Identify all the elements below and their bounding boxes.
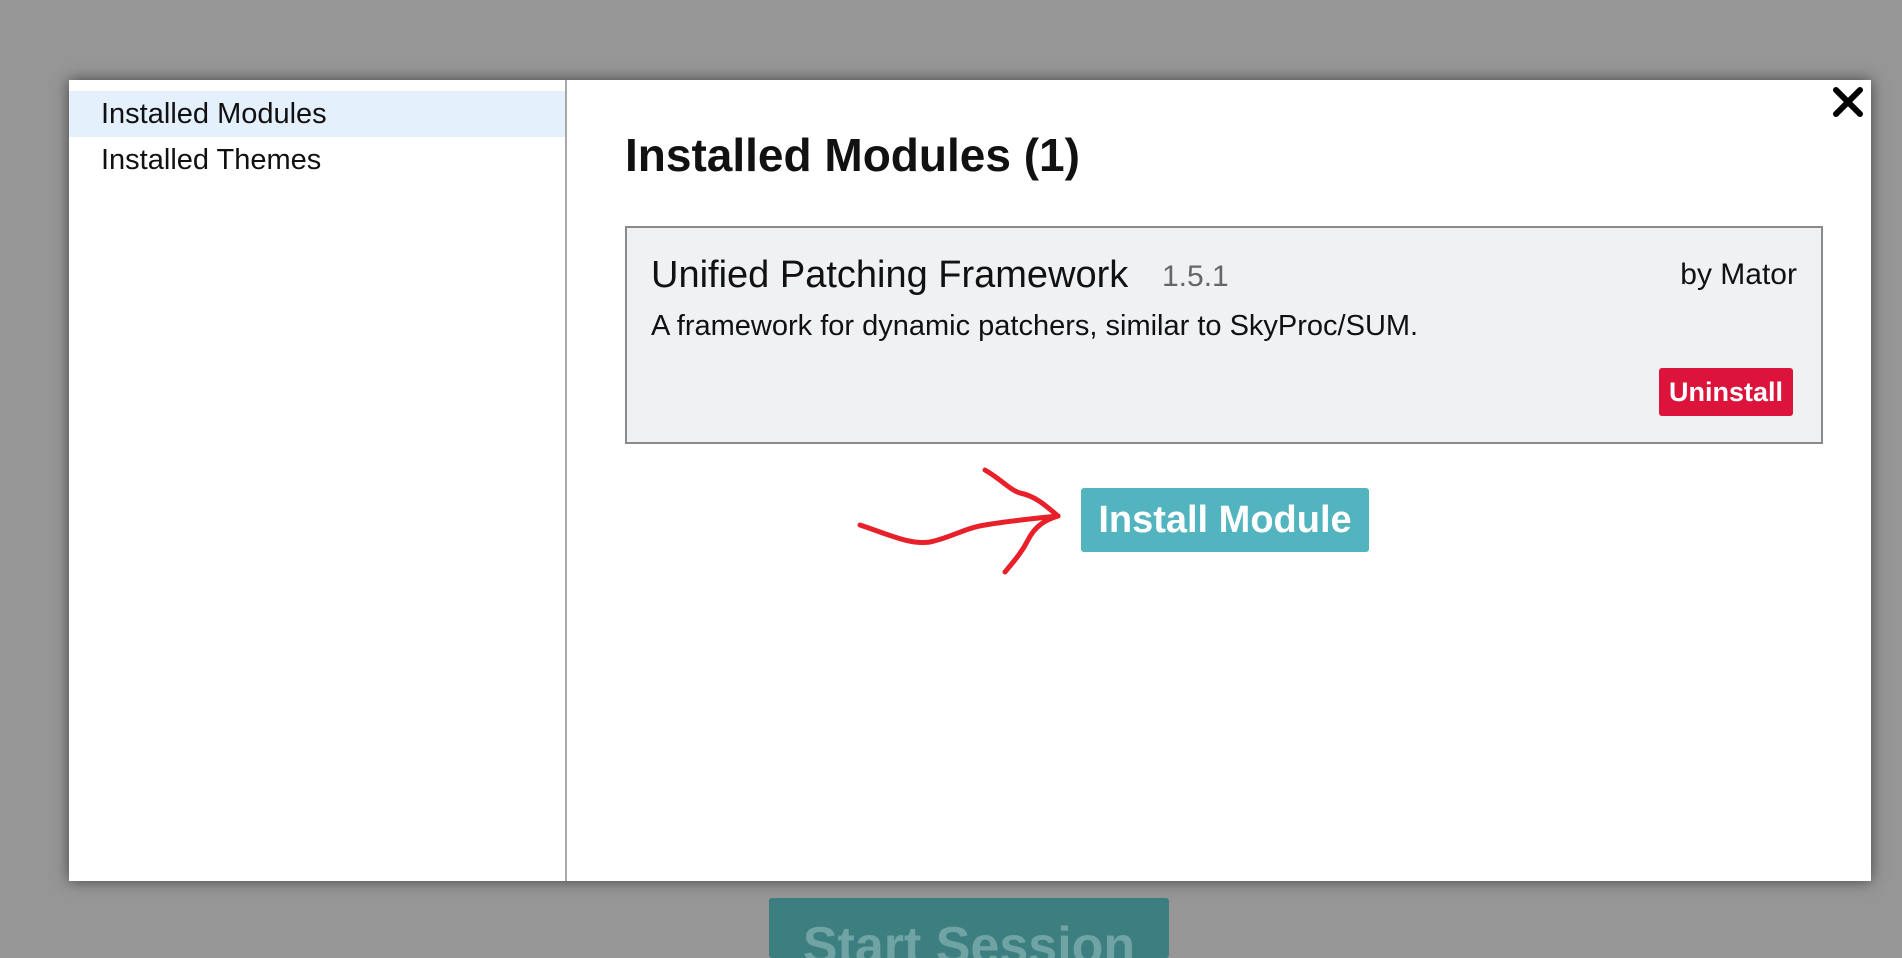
uninstall-button[interactable]: Uninstall: [1659, 368, 1793, 416]
install-module-button[interactable]: Install Module: [1081, 488, 1369, 552]
module-version: 1.5.1: [1162, 260, 1229, 293]
modal-sidebar: Installed Modules Installed Themes: [69, 80, 567, 881]
module-author: by Mator: [1680, 258, 1797, 291]
module-card: Unified Patching Framework 1.5.1 by Mato…: [625, 226, 1823, 444]
module-name: Unified Patching Framework: [651, 254, 1129, 296]
page-title: Installed Modules (1): [625, 129, 1080, 181]
modal-main: Installed Modules (1) Unified Patching F…: [567, 80, 1871, 881]
sidebar-item-installed-themes[interactable]: Installed Themes: [69, 137, 565, 183]
sidebar-item-installed-modules[interactable]: Installed Modules: [69, 91, 565, 137]
module-description: A framework for dynamic patchers, simila…: [651, 310, 1419, 342]
modules-modal: Installed Modules Installed Themes Insta…: [69, 80, 1871, 881]
start-session-button[interactable]: Start Session: [769, 898, 1169, 958]
